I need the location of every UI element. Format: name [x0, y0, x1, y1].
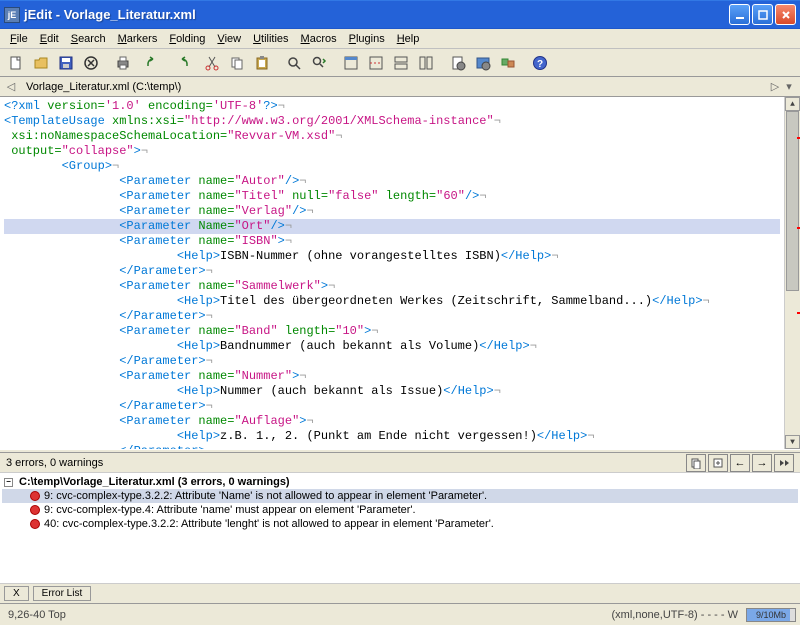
dock-tab-bar: X Error List — [0, 583, 800, 603]
next-error-button[interactable]: → — [752, 454, 772, 472]
code-line[interactable]: </Parameter>¬ — [4, 354, 780, 369]
code-line[interactable]: <Parameter name="Band" length="10">¬ — [4, 324, 780, 339]
title-bar: jE jEdit - Vorlage_Literatur.xml — [0, 0, 800, 29]
dock-close-button[interactable]: X — [4, 586, 29, 601]
error-text: 9: cvc-complex-type.3.2.2: Attribute 'Na… — [44, 490, 487, 502]
code-line[interactable]: </Parameter>¬ — [4, 309, 780, 324]
vertical-scrollbar[interactable]: ▲ ▼ — [784, 97, 800, 449]
error-summary: 3 errors, 0 warnings — [6, 457, 686, 469]
svg-text:?: ? — [537, 59, 543, 70]
code-line[interactable]: </Parameter>¬ — [4, 399, 780, 414]
error-list-pane: 3 errors, 0 warnings ← → − C:\temp\Vorla… — [0, 453, 800, 583]
menu-help[interactable]: Help — [391, 31, 426, 47]
print-button[interactable] — [111, 51, 135, 75]
error-item[interactable]: 40: cvc-complex-type.3.2.2: Attribute 'l… — [2, 517, 798, 531]
code-line[interactable]: <?xml version='1.0' encoding='UTF-8'?>¬ — [4, 99, 780, 114]
scroll-up-icon[interactable]: ▲ — [785, 97, 800, 111]
buffer-tab-bar: ◁ Vorlage_Literatur.xml (C:\temp\) ▷ ▾ — [0, 77, 800, 97]
text-editor[interactable]: <?xml version='1.0' encoding='UTF-8'?>¬<… — [0, 97, 800, 449]
minimize-button[interactable] — [729, 4, 750, 25]
help-button[interactable]: ? — [528, 51, 552, 75]
toolbar: ? — [0, 49, 800, 77]
menu-search[interactable]: Search — [65, 31, 112, 47]
status-bar: 9,26-40 Top (xml,none,UTF-8) - - - - W 9… — [0, 603, 800, 625]
new-view-button[interactable] — [339, 51, 363, 75]
code-line[interactable]: <TemplateUsage xmlns:xsi="http://www.w3.… — [4, 114, 780, 129]
copy-errors-button[interactable] — [686, 454, 706, 472]
code-line[interactable]: xsi:noNamespaceSchemaLocation="Revvar-VM… — [4, 129, 780, 144]
menu-file[interactable]: File — [4, 31, 34, 47]
menu-utilities[interactable]: Utilities — [247, 31, 294, 47]
window-title: jEdit - Vorlage_Literatur.xml — [24, 7, 729, 22]
code-line[interactable]: <Help>ISBN-Nummer (ohne vorangestelltes … — [4, 249, 780, 264]
global-options-button[interactable] — [471, 51, 495, 75]
menu-bar: FileEditSearchMarkersFoldingViewUtilitie… — [0, 29, 800, 49]
menu-macros[interactable]: Macros — [295, 31, 343, 47]
paste-button[interactable] — [250, 51, 274, 75]
prev-error-button[interactable]: ← — [730, 454, 750, 472]
menu-view[interactable]: View — [211, 31, 247, 47]
dock-errorlist-tab[interactable]: Error List — [33, 586, 92, 601]
open-file-button[interactable] — [29, 51, 53, 75]
error-icon — [30, 491, 40, 501]
menu-folding[interactable]: Folding — [163, 31, 211, 47]
toggle-errors-button[interactable] — [708, 454, 728, 472]
tab-dropdown-icon[interactable]: ▾ — [782, 80, 796, 94]
memory-meter[interactable]: 9/10Mb — [746, 608, 796, 622]
app-icon: jE — [4, 7, 20, 23]
code-line[interactable]: <Help>z.B. 1., 2. (Punkt am Ende nicht v… — [4, 429, 780, 444]
code-line[interactable]: <Group>¬ — [4, 159, 780, 174]
error-tree[interactable]: − C:\temp\Vorlage_Literatur.xml (3 error… — [0, 473, 800, 583]
code-line[interactable]: <Parameter name="Nummer">¬ — [4, 369, 780, 384]
maximize-button[interactable] — [752, 4, 773, 25]
find-button[interactable] — [282, 51, 306, 75]
code-line[interactable]: <Parameter name="ISBN">¬ — [4, 234, 780, 249]
code-line[interactable]: <Parameter name="Auflage">¬ — [4, 414, 780, 429]
error-file-label: C:\temp\Vorlage_Literatur.xml (3 errors,… — [19, 476, 290, 488]
error-item[interactable]: 9: cvc-complex-type.4: Attribute 'name' … — [2, 503, 798, 517]
buffer-options-button[interactable] — [446, 51, 470, 75]
close-error-pane-button[interactable] — [774, 454, 794, 472]
error-text: 40: cvc-complex-type.3.2.2: Attribute 'l… — [44, 518, 494, 530]
code-line[interactable]: <Parameter name="Verlag"/>¬ — [4, 204, 780, 219]
code-line[interactable]: <Help>Nummer (auch bekannt als Issue)</H… — [4, 384, 780, 399]
caret-position: 9,26-40 Top — [4, 609, 70, 621]
tab-prev-icon[interactable]: ◁ — [4, 80, 18, 94]
code-line[interactable]: output="collapse">¬ — [4, 144, 780, 159]
menu-markers[interactable]: Markers — [112, 31, 164, 47]
buffer-tab[interactable]: Vorlage_Literatur.xml (C:\temp\) — [18, 79, 189, 95]
tab-next-icon[interactable]: ▷ — [768, 80, 782, 94]
plugin-manager-button[interactable] — [496, 51, 520, 75]
unsplit-button[interactable] — [364, 51, 388, 75]
save-button[interactable] — [54, 51, 78, 75]
close-button[interactable] — [775, 4, 796, 25]
find-next-button[interactable] — [307, 51, 331, 75]
code-line[interactable]: <Help>Titel des übergeordneten Werkes (Z… — [4, 294, 780, 309]
error-item[interactable]: 9: cvc-complex-type.3.2.2: Attribute 'Na… — [2, 489, 798, 503]
close-buffer-button[interactable] — [79, 51, 103, 75]
split-horizontal-button[interactable] — [389, 51, 413, 75]
code-line[interactable]: <Help>Bandnummer (auch bekannt als Volum… — [4, 339, 780, 354]
copy-button[interactable] — [225, 51, 249, 75]
collapse-icon[interactable]: − — [4, 478, 13, 487]
buffer-mode: (xml,none,UTF-8) - - - - W — [608, 609, 743, 621]
error-icon — [30, 505, 40, 515]
menu-plugins[interactable]: Plugins — [343, 31, 391, 47]
error-icon — [30, 519, 40, 529]
redo-button[interactable] — [168, 51, 192, 75]
split-vertical-button[interactable] — [414, 51, 438, 75]
code-line[interactable]: </Parameter>¬ — [4, 264, 780, 279]
cut-button[interactable] — [200, 51, 224, 75]
code-line[interactable]: <Parameter name="Autor"/>¬ — [4, 174, 780, 189]
error-file-node[interactable]: − C:\temp\Vorlage_Literatur.xml (3 error… — [2, 475, 798, 489]
code-line[interactable]: <Parameter name="Sammelwerk">¬ — [4, 279, 780, 294]
code-line[interactable]: <Parameter name="Titel" null="false" len… — [4, 189, 780, 204]
new-file-button[interactable] — [4, 51, 28, 75]
code-line[interactable]: </Parameter>¬ — [4, 444, 780, 449]
error-text: 9: cvc-complex-type.4: Attribute 'name' … — [44, 504, 416, 516]
undo-button[interactable] — [143, 51, 167, 75]
scroll-down-icon[interactable]: ▼ — [785, 435, 800, 449]
menu-edit[interactable]: Edit — [34, 31, 65, 47]
code-line[interactable]: <Parameter Name="Ort"/>¬ — [4, 219, 780, 234]
